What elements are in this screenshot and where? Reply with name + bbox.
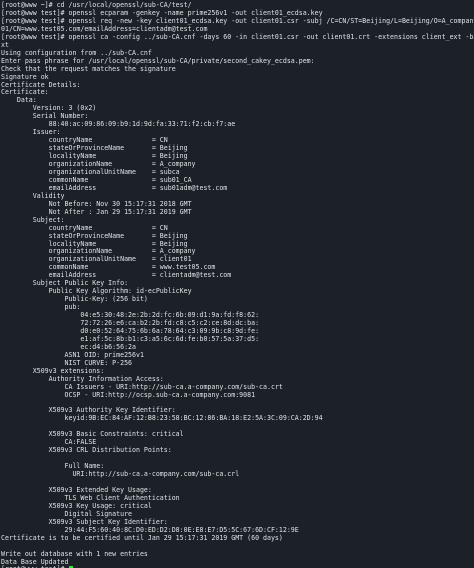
terminal-line: CA Issuers - URI:http://sub-ca.a-company… (1, 382, 283, 391)
terminal-line: X509v3 Basic Constraints: critical (1, 430, 184, 439)
terminal-line: Enter pass phrase for /usr/local/openssl… (1, 56, 315, 65)
terminal-line: Data: (1, 96, 37, 105)
terminal-line: X509v3 Authority Key Identifier: (1, 406, 176, 415)
terminal-line: X509v3 Subject Key Identifier: (1, 517, 168, 526)
terminal-line: Full Name: (1, 462, 105, 471)
terminal-line: 04:e5:30:48:2e:2b:2d:fc:6b:09:d1:9a:fd:f… (1, 311, 260, 320)
terminal-line: countryName = CN (1, 136, 168, 145)
terminal-line: [root@www test]# openssl ca -config ../s… (1, 32, 474, 41)
terminal-line: CA:FALSE (1, 438, 97, 447)
terminal-line: NIST CURVE: P-256 (1, 358, 133, 367)
terminal-line: Subject Public Key Info: (1, 279, 129, 288)
terminal-line: Issuer: (1, 128, 61, 137)
terminal-line: xt (1, 40, 9, 49)
terminal-line: Signature ok (1, 72, 49, 81)
terminal-line: Using configuration from ../sub-CA.cnf (1, 48, 152, 57)
terminal-line: Write out database with 1 new entries (1, 549, 148, 558)
terminal-line: 88:40:ac:09:86:09:b9:1d:9d:fa:33:71:f2:c… (1, 120, 236, 129)
terminal-line: [root@www test]# openssl req -new -key c… (1, 16, 474, 25)
terminal-line: X509v3 extensions: (1, 366, 105, 375)
terminal-line: Certificate Details: (1, 80, 81, 89)
terminal-line: countryName = CN (1, 223, 168, 232)
terminal-line: Certificate: (1, 88, 49, 97)
terminal-line: stateOrProvinceName = Beijing (1, 144, 188, 153)
terminal-line: Certificate is to be certified until Jan… (1, 533, 283, 542)
terminal-window[interactable]: [root@www ~]# cd /usr/local/openssl/sub-… (0, 0, 474, 568)
terminal-line: 29:44:F5:60:40:8C:D0:ED:D2:D8:0E:E8:E7:D… (1, 525, 299, 534)
terminal-line: Not Before: Nov 30 15:17:31 2018 GMT (1, 199, 192, 208)
terminal-line: emailAddress = sub01adm@test.com (1, 183, 228, 192)
terminal-line: keyid:9B:EC:84:AF:12:B8:23:58:BC:12:86:B… (1, 414, 323, 423)
terminal-line: [root@www ~]# cd /usr/local/openssl/sub-… (1, 1, 192, 9)
terminal-line: Check that the request matches the signa… (1, 64, 176, 73)
terminal-line: organizationalUnitName = subca (1, 167, 180, 176)
terminal-line: URI:http://sub-ca.a-company.com/sub-ca.c… (1, 470, 240, 479)
terminal-line: TLS Web Client Authentication (1, 493, 180, 502)
terminal-line: Subject: (1, 215, 65, 224)
terminal-line: d0:e0:52:64:75:6b:6a:78:64:c3:09:9b:c8:9… (1, 326, 260, 335)
terminal-line: Not After : Jan 29 15:17:31 2019 GMT (1, 207, 192, 216)
terminal-line: ec:d4:b6:56:2a (1, 342, 136, 351)
terminal-line: commonName = sub01_CA (1, 175, 192, 184)
terminal-line: Public-Key: (256 bit) (1, 295, 148, 304)
terminal-line: X509v3 Key Usage: critical (1, 501, 152, 510)
terminal-line: pub: (1, 303, 81, 312)
terminal-line: Public Key Algorithm: id-ecPublicKey (1, 287, 192, 296)
terminal-line: Serial Number: (1, 112, 89, 121)
terminal-line: 01/CN=www.test05.com/emailAddress=client… (1, 24, 208, 33)
terminal-line: [root@www test]# openssl ecparam -genkey… (1, 8, 323, 17)
terminal-line: Digital Signature (1, 509, 133, 518)
terminal-line: e1:af:5c:8b:b1:c3:a5:6c:6d:fe:b0:57:5a:3… (1, 334, 260, 343)
terminal-line: X509v3 CRL Distribution Points: (1, 446, 172, 455)
terminal-line: organizationName = A_company (1, 247, 196, 256)
terminal-line: localityName = Beijing (1, 239, 188, 248)
terminal-line: OCSP - URI:http://ocsp.sub-ca.a-company.… (1, 390, 256, 399)
terminal-line: 72:72:26:e6:ca:b2:2b:fd:c8:c5:c2:ce:8d:d… (1, 319, 260, 327)
terminal-line: commonName = www.test05.com (1, 263, 216, 272)
terminal-line: X509v3 Extended Key Usage: (1, 485, 152, 494)
terminal-line: ASN1 OID: prime256v1 (1, 350, 144, 359)
terminal-line: Validity (1, 191, 65, 200)
terminal-line: Authority Information Access: (1, 374, 164, 383)
terminal-line: stateOrProvinceName = Beijing (1, 231, 188, 240)
terminal-line: Data Base Updated (1, 557, 69, 566)
terminal-line: organizationName = A_company (1, 160, 196, 168)
terminal-line: organizationalUnitName = client01 (1, 255, 192, 264)
terminal-line: Version: 3 (0x2) (1, 104, 97, 113)
terminal-line: emailAddress = clientadm@test.com (1, 271, 232, 280)
terminal-line: localityName = Beijing (1, 152, 188, 161)
